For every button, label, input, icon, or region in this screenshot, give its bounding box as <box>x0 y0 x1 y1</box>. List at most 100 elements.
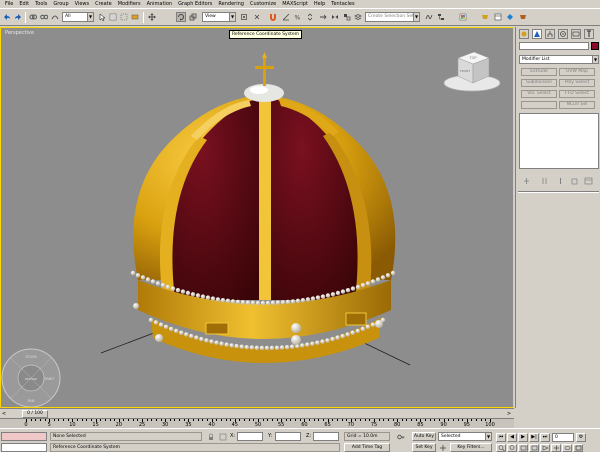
menu-help[interactable]: Help <box>311 0 328 8</box>
zoom-extents-icon[interactable] <box>518 444 528 452</box>
menu-rendering[interactable]: Rendering <box>215 0 247 8</box>
active-shade-icon[interactable] <box>518 12 528 22</box>
maxscript-mini-field[interactable] <box>1 443 47 452</box>
lock-selection-icon[interactable] <box>206 432 216 442</box>
utilities-tab-icon[interactable] <box>584 29 594 39</box>
key-filters-button[interactable]: Key Filters... <box>450 443 492 452</box>
modifier-stack[interactable] <box>519 113 599 169</box>
select-link-icon[interactable] <box>28 12 38 22</box>
zoom-icon[interactable] <box>496 444 506 452</box>
modifier-button-ffd-select[interactable]: FFD Select <box>559 90 595 98</box>
absolute-mode-icon[interactable] <box>218 432 228 442</box>
time-slider-prev-icon[interactable]: < <box>1 410 7 418</box>
pan-icon[interactable] <box>551 444 561 452</box>
zoom-extents-all-icon[interactable] <box>529 444 539 452</box>
modifier-button-uvw-map[interactable]: UVW Map <box>559 68 595 76</box>
menu-create[interactable]: Create <box>92 0 115 8</box>
angle-snap-icon[interactable] <box>281 12 291 22</box>
window-crossing-icon[interactable] <box>130 12 140 22</box>
modifier-button-ncurl-sel[interactable]: NCurl Sel <box>559 101 595 109</box>
select-by-name-icon[interactable] <box>108 12 118 22</box>
menu-maxscript[interactable]: MAXScript <box>279 0 311 8</box>
time-slider-next-icon[interactable]: > <box>506 410 512 418</box>
menu-views[interactable]: Views <box>72 0 92 8</box>
menu-customize[interactable]: Customize <box>247 0 279 8</box>
key-icon[interactable] <box>396 432 406 442</box>
perspective-viewport[interactable]: Perspective TOP FRONT ZOOM ORBIT PAN REW… <box>0 27 514 408</box>
maximize-viewport-icon[interactable] <box>573 444 583 452</box>
viewcube[interactable]: TOP FRONT <box>443 51 501 92</box>
y-coordinate-field[interactable] <box>275 432 301 441</box>
x-coordinate-field[interactable] <box>237 432 263 441</box>
unlink-icon[interactable] <box>39 12 49 22</box>
menu-group[interactable]: Group <box>50 0 71 8</box>
pivot-center-icon[interactable] <box>239 12 249 22</box>
previous-frame-button[interactable]: ◀ <box>507 433 517 442</box>
set-key-button[interactable]: Set Key <box>412 443 436 452</box>
snap-toggle-icon[interactable] <box>268 12 278 22</box>
modifier-button-subdivision[interactable]: Subdivision <box>521 79 557 87</box>
current-frame-field[interactable]: 0 <box>552 433 574 442</box>
motion-tab-icon[interactable] <box>558 29 568 39</box>
make-unique-icon[interactable] <box>556 177 565 185</box>
menu-modifiers[interactable]: Modifiers <box>115 0 144 8</box>
modifier-button-poly-select[interactable]: Poly Select <box>559 79 595 87</box>
menu-edit[interactable]: Edit <box>16 0 32 8</box>
schematic-view-icon[interactable] <box>436 12 446 22</box>
wheel-rewind-label[interactable]: REWIND <box>25 377 38 381</box>
modifier-button-extrude[interactable]: Extrude <box>521 68 557 76</box>
percent-snap-icon[interactable]: % <box>293 12 303 22</box>
set-keys-icon[interactable] <box>438 443 448 452</box>
rectangular-selection-icon[interactable] <box>119 12 129 22</box>
configure-modifier-sets-icon[interactable] <box>584 177 593 185</box>
object-color-swatch[interactable] <box>591 42 599 50</box>
align-icon[interactable] <box>342 12 352 22</box>
track-bar[interactable]: 0 5 10 15 20 25 30 35 40 45 50 55 60 65 70 75 80 85 90 95 10… <box>0 418 514 428</box>
time-slider-thumb[interactable]: 0 / 100 <box>22 410 48 418</box>
material-editor-icon[interactable] <box>458 12 468 22</box>
selection-filter-dropdown[interactable]: All ▼ <box>62 12 94 22</box>
menu-file[interactable]: File <box>2 0 16 8</box>
select-and-move-icon[interactable] <box>147 12 157 22</box>
spinner-snap-icon[interactable] <box>305 12 315 22</box>
maxscript-listener-field[interactable] <box>1 432 47 441</box>
show-end-result-icon[interactable] <box>540 177 549 185</box>
z-coordinate-field[interactable] <box>313 432 339 441</box>
redo-icon[interactable] <box>13 12 23 22</box>
pin-stack-icon[interactable] <box>522 177 531 185</box>
add-time-tag-button[interactable]: Add Time Tag <box>344 443 390 452</box>
crown-model[interactable] <box>130 52 396 363</box>
wheel-orbit-label[interactable]: ORBIT <box>44 377 56 381</box>
undo-icon[interactable] <box>2 12 12 22</box>
steering-wheel[interactable]: ZOOM ORBIT PAN REWIND <box>1 348 61 407</box>
wheel-zoom-label[interactable]: ZOOM <box>26 355 37 359</box>
modifier-button-vol-select[interactable]: Vol. Select <box>521 90 557 98</box>
edit-named-selections-icon[interactable] <box>318 12 328 22</box>
go-to-end-button[interactable]: ⏭ <box>540 433 550 442</box>
go-to-start-button[interactable]: ⏮ <box>496 433 506 442</box>
orbit-icon[interactable] <box>562 444 572 452</box>
play-button[interactable]: ▶ <box>518 433 528 442</box>
create-tab-icon[interactable] <box>519 29 529 39</box>
key-mode-dropdown[interactable]: Selected ▼ <box>438 432 492 441</box>
modify-tab-icon[interactable] <box>532 29 542 39</box>
wheel-pan-label[interactable]: PAN <box>28 399 35 403</box>
menu-tools[interactable]: Tools <box>32 0 50 8</box>
select-and-manipulate-icon[interactable] <box>252 12 262 22</box>
render-setup-icon[interactable] <box>480 12 490 22</box>
time-configuration-button[interactable]: ⚙ <box>576 433 586 442</box>
curve-editor-icon[interactable] <box>424 12 434 22</box>
modifier-button-empty[interactable] <box>521 101 557 109</box>
next-frame-button[interactable]: ▶| <box>529 433 539 442</box>
menu-graph-editors[interactable]: Graph Editors <box>175 0 215 8</box>
menu-animation[interactable]: Animation <box>144 0 176 8</box>
select-and-rotate-icon[interactable] <box>176 12 186 22</box>
reference-coordinate-system-dropdown[interactable]: View ▼ <box>202 12 236 22</box>
modifier-list-dropdown[interactable]: Modifier List ▼ <box>519 55 599 64</box>
auto-key-button[interactable]: Auto Key <box>412 432 436 441</box>
field-of-view-icon[interactable] <box>540 444 550 452</box>
layer-manager-icon[interactable] <box>353 12 363 22</box>
display-tab-icon[interactable] <box>571 29 581 39</box>
mirror-icon[interactable] <box>330 12 340 22</box>
render-production-icon[interactable] <box>505 12 515 22</box>
